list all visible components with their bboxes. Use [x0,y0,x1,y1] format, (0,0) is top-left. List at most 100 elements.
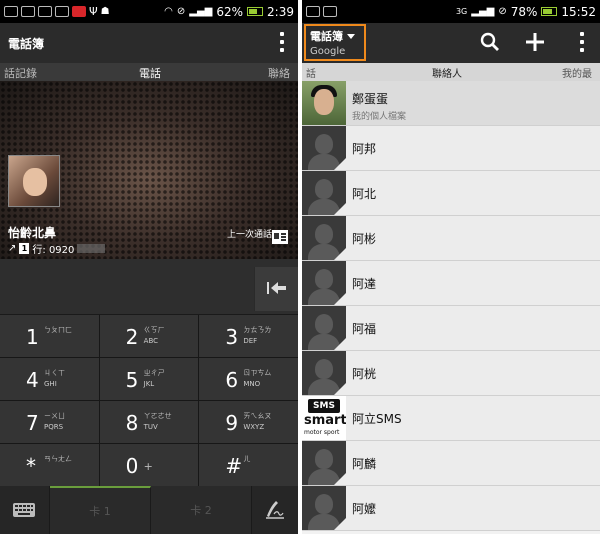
contact-name: 阿邦 [352,142,377,156]
dial-input[interactable] [0,259,298,315]
contact-name: 阿麟 [352,457,377,471]
last-call-label: 上一次通話 [226,230,272,240]
sms-logo-word: smart [304,413,346,428]
key-letters: PQRS [44,423,64,431]
last-caller-card[interactable]: 怡齡北鼻 ↗ 1 行: 0920 上一次通話 [0,81,298,259]
account-selector[interactable]: 電話簿 Google [304,24,366,61]
key-bopomofo: ㄧㄨㄩ [44,412,65,420]
dropdown-arrow-icon [347,33,355,39]
key-letters: GHI [44,380,57,388]
contact-card-icon[interactable] [272,230,288,244]
overflow-menu-icon[interactable] [280,32,284,52]
contact-row[interactable]: 阿麟 [302,441,600,486]
key-bopomofo: ㄍㄎㄏ [143,326,165,334]
key-6[interactable]: 6 ㄖㄗㄘㄙ MNO [199,358,298,400]
tab-contacts[interactable]: 聯絡人 [432,65,462,80]
default-avatar-icon [302,441,346,485]
add-contact-icon[interactable] [525,32,545,52]
key-digit: 3 [225,325,239,349]
contact-name: 阿彬 [352,232,377,246]
keyboard-button[interactable] [0,486,50,534]
contact-row[interactable]: SMS smart motor sport 阿立SMS [302,396,600,441]
contact-name: 阿福 [352,322,377,336]
key-bopomofo: ㄚㄛㄜㄝ [143,412,172,420]
account-subtitle: Google [310,46,346,57]
key-letters: WXYZ [243,423,265,431]
notification-icon [4,6,18,17]
default-avatar-icon [302,126,346,170]
contact-row[interactable]: 阿北 [302,171,600,216]
default-avatar-icon [302,306,346,350]
default-avatar-icon [302,216,346,260]
contact-row[interactable]: 阿福 [302,306,600,351]
key-letters: DEF [243,337,258,345]
status-bar: 3G ▂▄▆ ⊘ 78% 15:52 [302,0,600,23]
key-bopomofo: ㄐㄑㄒ [44,369,65,377]
sms-logo-top: SMS [308,399,340,413]
key-digit: * [26,454,36,478]
battery-percent: 78% [510,4,538,19]
key-7[interactable]: 7 ㄧㄨㄩ PQRS [0,401,99,443]
key-star[interactable]: * ㄢㄣㄤㄥ [0,444,99,486]
tab-contacts[interactable]: 聯絡 [268,65,290,81]
contact-row[interactable]: 阿嬤 [302,486,600,531]
call-sim2-button[interactable]: 卡 2 [151,486,252,534]
3g-icon: 3G [455,7,468,16]
contact-row[interactable]: 阿邦 [302,126,600,171]
contact-subtitle: 我的個人檔案 [352,112,407,122]
action-bar: 電話簿 [0,23,298,63]
key-4[interactable]: 4 ㄐㄑㄒ GHI [0,358,99,400]
key-digit: 0 [125,454,139,478]
key-digit: 5 [125,368,139,392]
key-digit: # [225,454,243,478]
caller-number-row: ↗ 1 行: 0920 [8,241,106,256]
key-digit: 9 [225,411,239,435]
key-hash[interactable]: # ㄦ [199,444,298,486]
default-avatar-icon [302,486,346,530]
search-icon[interactable] [480,32,500,52]
profile-photo [302,81,346,125]
contact-row[interactable]: 阿達 [302,261,600,306]
tab-phone[interactable]: 話 [306,65,316,80]
key-letters: TUV [143,423,158,431]
action-bar: 電話簿 Google [302,23,600,63]
contact-row[interactable]: 阿彬 [302,216,600,261]
tab-phone[interactable]: 電話 [139,65,161,81]
key-bopomofo: ㄦ [243,455,251,463]
no-signal-icon: ⊘ [176,6,186,17]
default-avatar-icon [302,171,346,215]
overflow-menu-icon[interactable] [580,32,584,52]
status-bar: Ψ ☗ ◠ ⊘ ▂▄▆ 62% 2:39 [0,0,298,23]
key-0[interactable]: 0 + [99,444,199,486]
handwriting-icon [266,501,284,519]
tab-bar: 話 聯絡人 我的最 [302,63,600,81]
key-letters: ABC [143,337,159,345]
key-2[interactable]: 2 ㄍㄎㄏ ABC [99,315,199,357]
number-mask [77,244,106,253]
call-sim1-button[interactable]: 卡 1 [50,486,151,534]
clock: 2:39 [267,4,294,19]
key-bopomofo: ㄅㄆㄇㄈ [44,326,72,334]
contact-name: 鄭蛋蛋 [352,92,389,106]
contact-row[interactable]: 阿桄 [302,351,600,396]
contact-name: 阿嬤 [352,502,377,516]
caller-avatar [8,155,60,207]
tab-favorites[interactable]: 我的最 [562,65,592,80]
key-digit: 1 [26,325,39,349]
usb-icon: Ψ [89,5,98,18]
key-bopomofo: ㄞㄟㄠㄡ [243,412,272,420]
my-profile-row[interactable]: 鄭蛋蛋 我的個人檔案 [302,81,600,126]
key-3[interactable]: 3 ㄉㄊㄋㄌ DEF [199,315,298,357]
wifi-icon: ◠ [164,6,173,17]
key-5[interactable]: 5 ㄓㄔㄕ JKL [99,358,199,400]
key-1[interactable]: 1 ㄅㄆㄇㄈ [0,315,99,357]
backspace-icon [267,282,286,294]
key-8[interactable]: 8 ㄚㄛㄜㄝ TUV [99,401,199,443]
backspace-button[interactable] [254,267,298,311]
sms-logo-avatar: SMS smart motor sport [302,396,346,440]
keypad: 1 ㄅㄆㄇㄈ 2 ㄍㄎㄏ ABC 3 ㄉㄊㄋㄌ DEF 4 ㄐㄑㄒ GHI 5 ㄓㄔㄕ JKL 6 ㄖㄗㄘㄙ M… [0,315,298,486]
handwriting-button[interactable] [252,486,298,534]
key-9[interactable]: 9 ㄞㄟㄠㄡ WXYZ [199,401,298,443]
tab-call-history[interactable]: 話記錄 [4,65,37,81]
caller-name: 怡齡北鼻 [8,226,57,240]
